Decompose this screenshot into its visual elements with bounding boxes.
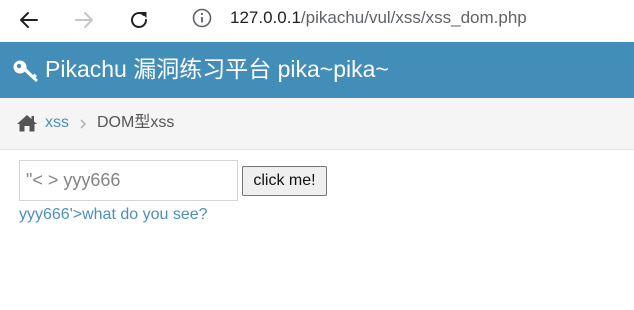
reload-icon bbox=[131, 12, 147, 28]
back-button[interactable] bbox=[12, 3, 46, 37]
url-host: 127.0.0.1 bbox=[230, 8, 301, 27]
browser-toolbar: 127.0.0.1/pikachu/vul/xss/xss_dom.php bbox=[0, 0, 634, 42]
reload-button[interactable] bbox=[122, 3, 156, 37]
breadcrumb: xss DOM型xss bbox=[0, 98, 634, 150]
home-icon bbox=[17, 115, 37, 132]
address-bar[interactable]: 127.0.0.1/pikachu/vul/xss/xss_dom.php bbox=[176, 0, 634, 36]
url-path: /pikachu/vul/xss/xss_dom.php bbox=[300, 8, 527, 27]
result-link[interactable]: yyy666'>what do you see? bbox=[19, 205, 208, 225]
site-header: Pikachu 漏洞练习平台 pika~pika~ bbox=[0, 42, 634, 98]
breadcrumb-current: DOM型xss bbox=[97, 114, 175, 131]
click-me-button[interactable]: click me! bbox=[242, 166, 327, 196]
chevron-right-icon bbox=[80, 119, 87, 129]
xss-text-input[interactable] bbox=[19, 160, 238, 201]
site-title[interactable]: Pikachu 漏洞练习平台 pika~pika~ bbox=[45, 54, 389, 84]
arrow-left-icon bbox=[20, 12, 38, 28]
key-icon bbox=[13, 60, 38, 82]
arrow-right-icon bbox=[75, 12, 93, 28]
info-icon[interactable] bbox=[191, 7, 213, 29]
forward-button[interactable] bbox=[67, 3, 101, 37]
breadcrumb-link-xss[interactable]: xss bbox=[45, 113, 69, 133]
url-text: 127.0.0.1/pikachu/vul/xss/xss_dom.php bbox=[230, 7, 527, 29]
